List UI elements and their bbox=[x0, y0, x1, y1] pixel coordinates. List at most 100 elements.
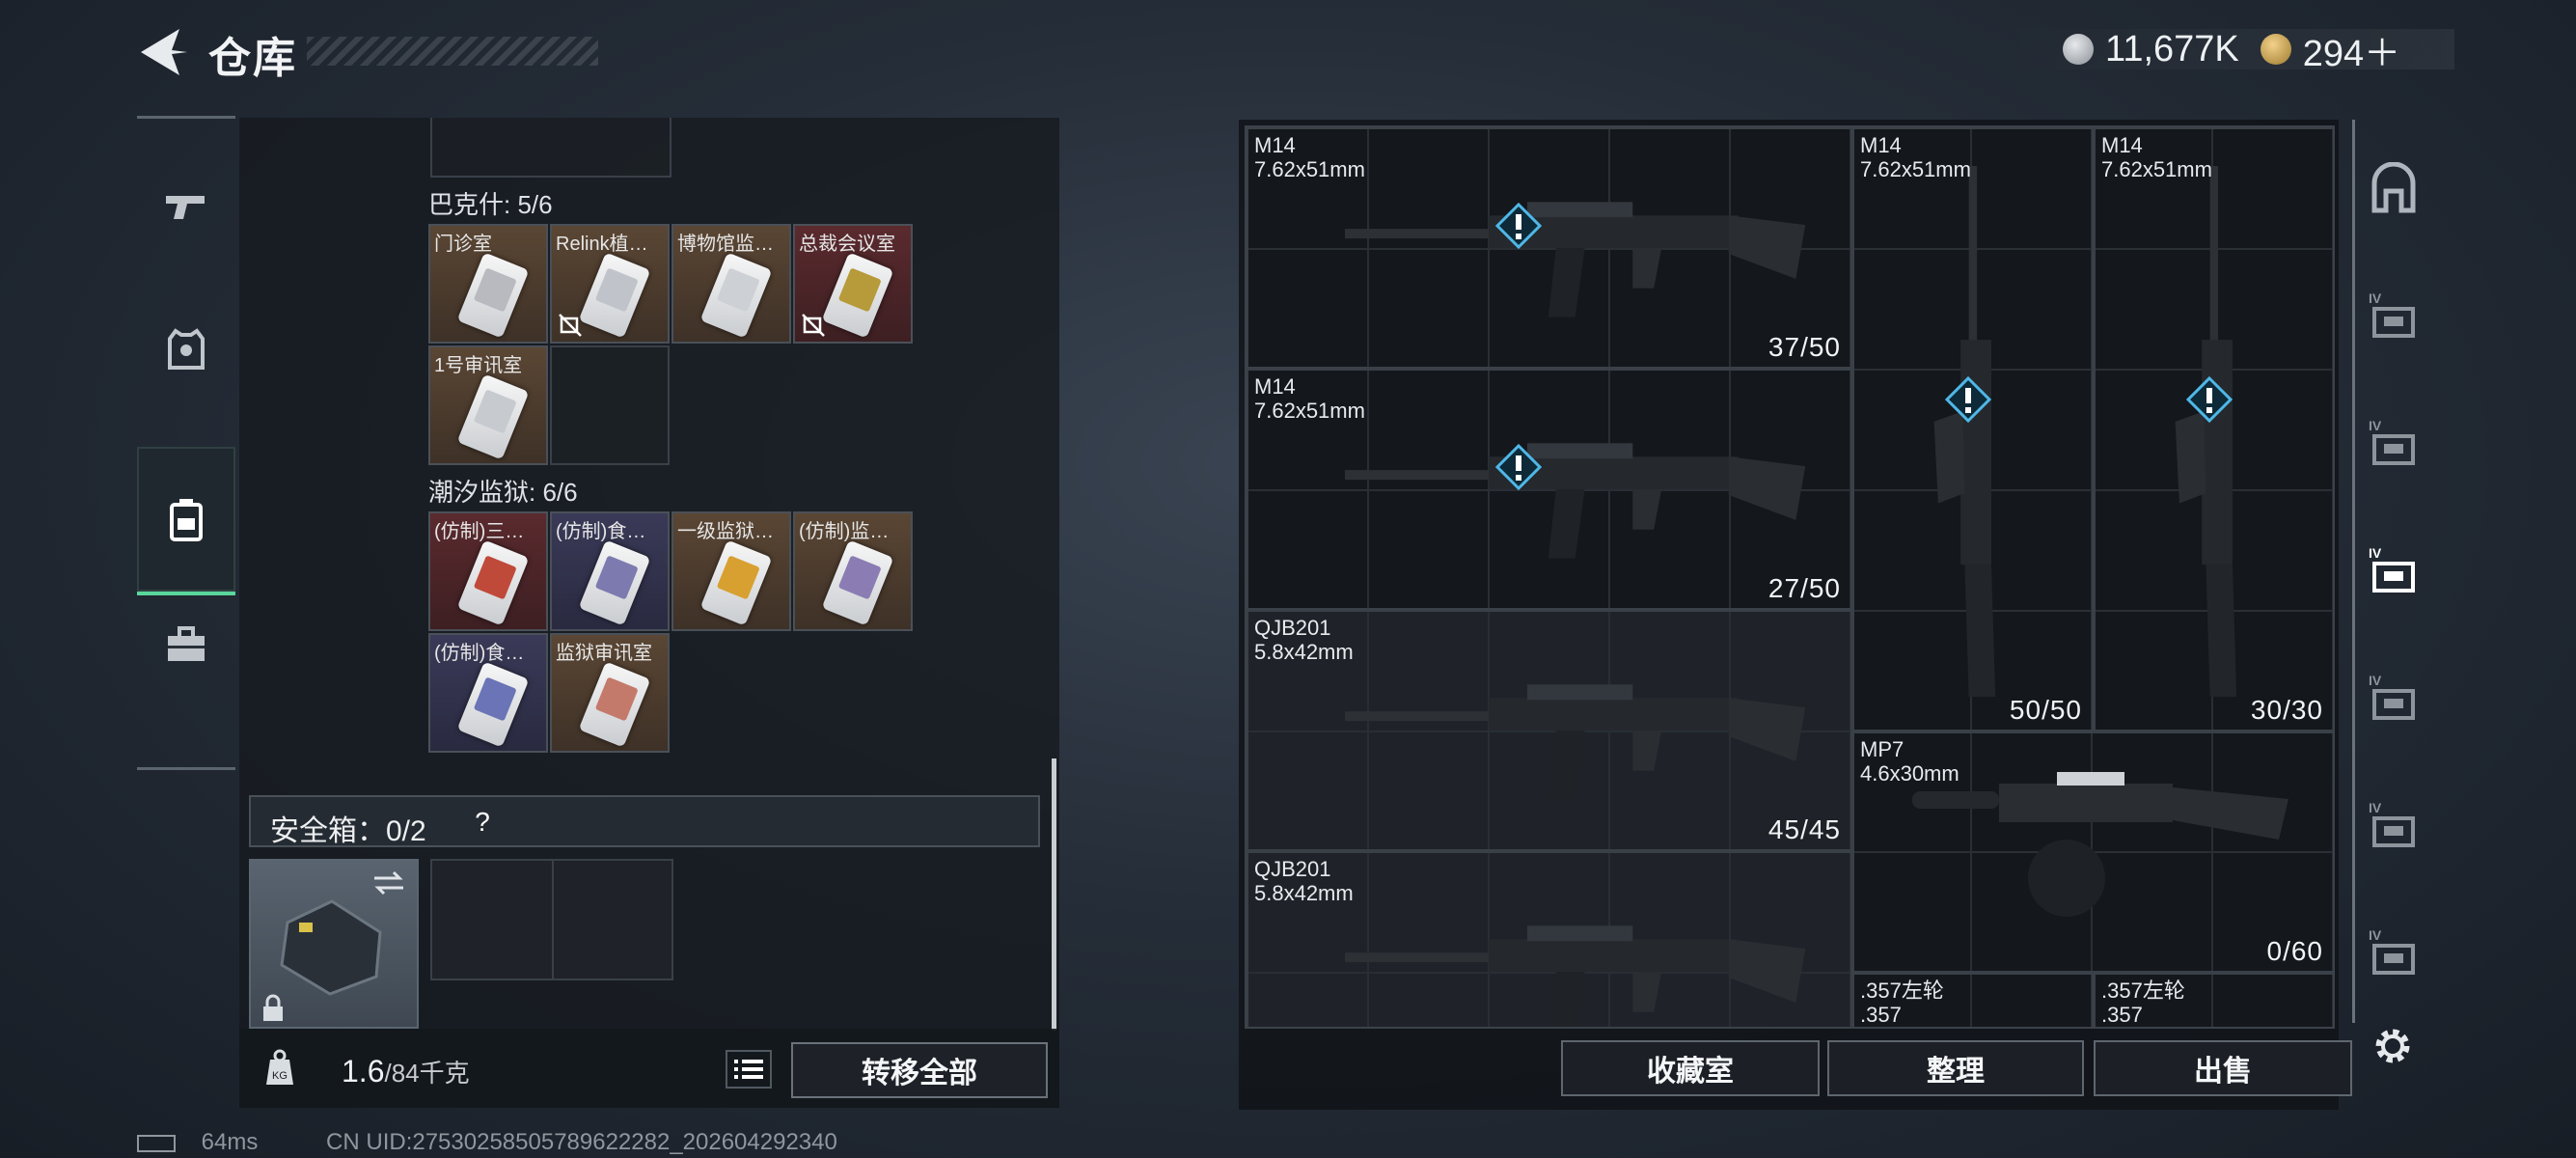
tool-case-icon[interactable]: IV bbox=[2367, 799, 2421, 853]
title-decoration bbox=[307, 37, 598, 66]
ammo-count: 0/60 bbox=[2266, 936, 2323, 966]
currency-bar: 11,677K 294＋ bbox=[2001, 29, 2454, 74]
keycard-item[interactable]: (仿制)食… bbox=[428, 633, 548, 753]
weapon-slot[interactable]: M14 7.62x51mm 50/50 bbox=[1852, 127, 2094, 731]
sort-button[interactable]: 整理 bbox=[1827, 1040, 2084, 1096]
misc-case-icon[interactable]: IV bbox=[2367, 926, 2421, 980]
warning-icon[interactable] bbox=[1495, 203, 1542, 249]
keycard-image bbox=[821, 539, 894, 626]
weapon-slot[interactable]: .357左轮 .357 bbox=[1852, 973, 2094, 1027]
keycard-stripe bbox=[837, 555, 882, 600]
keycard-item[interactable]: 门诊室 bbox=[428, 224, 548, 344]
keycard-item[interactable]: (仿制)三… bbox=[428, 511, 548, 631]
keycard-name: (仿制)三… bbox=[434, 521, 525, 542]
gold-coin-icon bbox=[2260, 34, 2291, 65]
warning-icon[interactable] bbox=[1495, 444, 1542, 490]
weapon-slot[interactable]: M14 7.62x51mm 30/30 bbox=[2094, 127, 2333, 731]
safebox-empty-slots[interactable] bbox=[430, 859, 673, 980]
section-label-tidal-prison: 潮汐监狱: 6/6 bbox=[428, 478, 578, 507]
rifle-icon bbox=[1933, 165, 1996, 698]
weapon-label: .357左轮 .357 bbox=[2101, 979, 2185, 1027]
keycard-name: 监狱审讯室 bbox=[556, 643, 652, 664]
ammo-count: 37/50 bbox=[1768, 332, 1841, 362]
ammo-count: 30/30 bbox=[2250, 695, 2323, 725]
gear-icon[interactable] bbox=[2368, 1021, 2418, 1071]
keycard-stripe bbox=[594, 555, 639, 600]
transfer-all-button[interactable]: 转移全部 bbox=[791, 1042, 1048, 1098]
warning-icon[interactable] bbox=[1945, 376, 1991, 423]
backpack-footer: KG 1.6/84千克 转移全部 bbox=[239, 1029, 1059, 1108]
keycard-item[interactable]: 博物馆监… bbox=[671, 224, 791, 344]
weapon-caliber: .357 bbox=[2101, 1003, 2143, 1027]
weapon-caliber: 5.8x42mm bbox=[1254, 881, 1354, 905]
svg-text:IV: IV bbox=[2369, 290, 2382, 306]
weapon-name: .357左轮 bbox=[2101, 979, 2185, 1003]
ammo-case-icon[interactable]: IV bbox=[2367, 672, 2421, 726]
collection-room-button[interactable]: 收藏室 bbox=[1561, 1040, 1820, 1096]
list-view-button[interactable] bbox=[726, 1050, 772, 1089]
weapon-name: QJB201 bbox=[1254, 857, 1331, 881]
left-category-nav bbox=[137, 116, 235, 770]
warning-icon[interactable] bbox=[2186, 376, 2233, 423]
medkit-icon[interactable]: IV bbox=[2367, 417, 2421, 471]
weight-icon: KG bbox=[266, 1049, 293, 1085]
ammo-count: 45/45 bbox=[1768, 814, 1841, 844]
weapon-slot[interactable]: MP7 4.6x30mm 0/60 bbox=[1852, 731, 2333, 973]
weight-readout: 1.6/84千克 bbox=[342, 1054, 470, 1089]
no-trade-icon bbox=[559, 314, 582, 337]
empty-slot[interactable] bbox=[550, 345, 670, 465]
keycard-image bbox=[456, 373, 530, 460]
keycard-name: 1号审讯室 bbox=[434, 355, 523, 376]
keycard-name: (仿制)食… bbox=[556, 521, 646, 542]
weapon-slot[interactable]: M14 7.62x51mm 27/50 bbox=[1247, 369, 1852, 610]
keycard-stripe bbox=[473, 267, 517, 313]
weapon-slot[interactable]: M14 7.62x51mm 37/50 bbox=[1247, 127, 1852, 369]
safe-vault-icon[interactable] bbox=[2367, 162, 2421, 216]
keycard-item[interactable]: Relink植… bbox=[550, 224, 670, 344]
backpack-scrollbar[interactable] bbox=[1052, 758, 1056, 1031]
keycard-item[interactable]: 监狱审讯室 bbox=[550, 633, 670, 753]
weapon-caliber: 7.62x51mm bbox=[1254, 157, 1365, 181]
sell-button[interactable]: 出售 bbox=[2094, 1040, 2352, 1096]
safebox-item[interactable] bbox=[249, 859, 419, 1029]
weapon-label: .357左轮 .357 bbox=[1860, 979, 1944, 1027]
lock-icon bbox=[263, 994, 283, 1021]
keycard-image bbox=[699, 539, 773, 626]
keycard-item[interactable]: 1号审讯室 bbox=[428, 345, 548, 465]
keycard-item[interactable]: (仿制)食… bbox=[550, 511, 670, 631]
rifle-icon bbox=[2175, 165, 2237, 698]
weapon-caliber: 5.8x42mm bbox=[1254, 640, 1354, 664]
weapon-slot[interactable]: QJB201 5.8x42mm bbox=[1247, 851, 1852, 1027]
nav-armor[interactable] bbox=[137, 277, 235, 422]
weapon-name: .357左轮 bbox=[1860, 979, 1944, 1003]
ammo-count: 27/50 bbox=[1768, 573, 1841, 603]
back-arrow-icon[interactable] bbox=[135, 25, 191, 79]
nav-toolbox[interactable] bbox=[137, 572, 235, 717]
keycard-grid-tidal-prison: (仿制)三… (仿制)食… 一级监狱… (仿制)监… (仿制)食… 监狱审讯室 bbox=[428, 511, 913, 755]
keycard-item[interactable]: (仿制)监… bbox=[793, 511, 913, 631]
keycard-name: (仿制)监… bbox=[799, 521, 890, 542]
weapon-label: QJB201 5.8x42mm bbox=[1254, 857, 1354, 905]
weapon-caliber: 4.6x30mm bbox=[1860, 761, 1959, 786]
weapon-slot[interactable]: .357左轮 .357 bbox=[2094, 973, 2333, 1027]
keycard-item[interactable]: 总裁会议室 bbox=[793, 224, 913, 344]
weapon-slot[interactable]: QJB201 5.8x42mm 45/45 bbox=[1247, 610, 1852, 851]
folder-icon[interactable]: IV bbox=[2367, 290, 2421, 344]
keycard-name: 一级监狱… bbox=[677, 521, 774, 542]
nav-weapons[interactable] bbox=[137, 132, 235, 277]
uid-text: CN UID:27530258505789622282_202604292340 bbox=[326, 1129, 837, 1155]
keycard-name: 博物馆监… bbox=[677, 234, 774, 255]
stash-category-nav: IV IV IV IV IV IV bbox=[2352, 120, 2426, 1023]
weapon-name: M14 bbox=[1254, 374, 1296, 399]
svg-text:IV: IV bbox=[2369, 673, 2382, 688]
gold-currency-value[interactable]: 294＋ bbox=[2303, 23, 2400, 76]
keycard-item[interactable]: 一级监狱… bbox=[671, 511, 791, 631]
safebox-bar: 安全箱：0/2 ? bbox=[249, 795, 1040, 847]
empty-slot[interactable] bbox=[430, 118, 671, 178]
keycard-image bbox=[821, 252, 894, 339]
svg-text:KG: KG bbox=[272, 1070, 288, 1082]
help-icon[interactable]: ? bbox=[465, 805, 500, 840]
weapon-case-icon[interactable]: IV bbox=[2367, 544, 2421, 598]
swap-icon[interactable] bbox=[370, 868, 407, 897]
rifle-icon bbox=[1345, 443, 1806, 559]
